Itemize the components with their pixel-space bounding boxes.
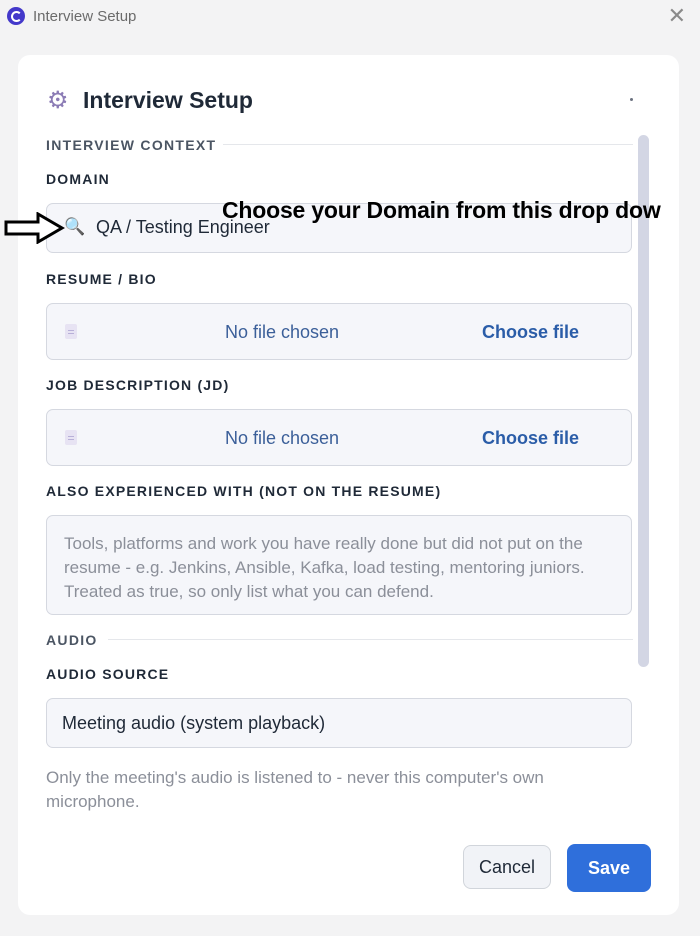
setup-dialog: ⚙ Interview Setup INTERVIEW CONTEXT DOMA… (18, 55, 679, 915)
experience-label: ALSO EXPERIENCED WITH (NOT ON THE RESUME… (46, 483, 442, 499)
search-icon: 🔍 (64, 217, 86, 236)
save-button[interactable]: Save (567, 844, 651, 892)
section-divider (108, 639, 633, 640)
jd-label: JOB DESCRIPTION (JD) (46, 377, 230, 393)
app-logo-icon (7, 7, 25, 25)
audio-source-label: AUDIO SOURCE (46, 666, 170, 682)
audio-help-text: Only the meeting's audio is listened to … (46, 768, 544, 811)
audio-source-select[interactable]: Meeting audio (system playback) (46, 698, 632, 748)
audio-source-value: Meeting audio (system playback) (62, 713, 326, 733)
resume-file-status: No file chosen (225, 322, 340, 342)
window-titlebar: Interview Setup ✕ (0, 0, 700, 34)
arrow-pointer-icon (4, 212, 65, 244)
jd-file-input[interactable]: No file chosen Choose file (46, 409, 632, 466)
file-icon (65, 430, 77, 445)
section-interview-context: INTERVIEW CONTEXT (46, 137, 217, 153)
jd-choose-file-button[interactable]: Choose file (482, 428, 579, 449)
header-dot (630, 98, 633, 101)
experience-placeholder: Tools, platforms and work you have reall… (64, 534, 585, 601)
resume-choose-file-button[interactable]: Choose file (482, 322, 579, 343)
cancel-button[interactable]: Cancel (463, 845, 551, 889)
section-audio: AUDIO (46, 632, 98, 648)
section-divider (223, 144, 633, 145)
resume-label: RESUME / BIO (46, 271, 157, 287)
experience-textarea[interactable]: Tools, platforms and work you have reall… (46, 515, 632, 615)
dialog-title: Interview Setup (83, 87, 253, 113)
domain-label: DOMAIN (46, 171, 110, 187)
window-close-icon[interactable]: ✕ (668, 5, 686, 27)
file-icon (65, 324, 77, 339)
resume-file-input[interactable]: No file chosen Choose file (46, 303, 632, 360)
gear-icon: ⚙ (47, 87, 69, 114)
jd-file-status: No file chosen (225, 428, 340, 448)
window-title: Interview Setup (33, 8, 137, 25)
annotation-callout: Choose your Domain from this drop dow (222, 197, 661, 223)
